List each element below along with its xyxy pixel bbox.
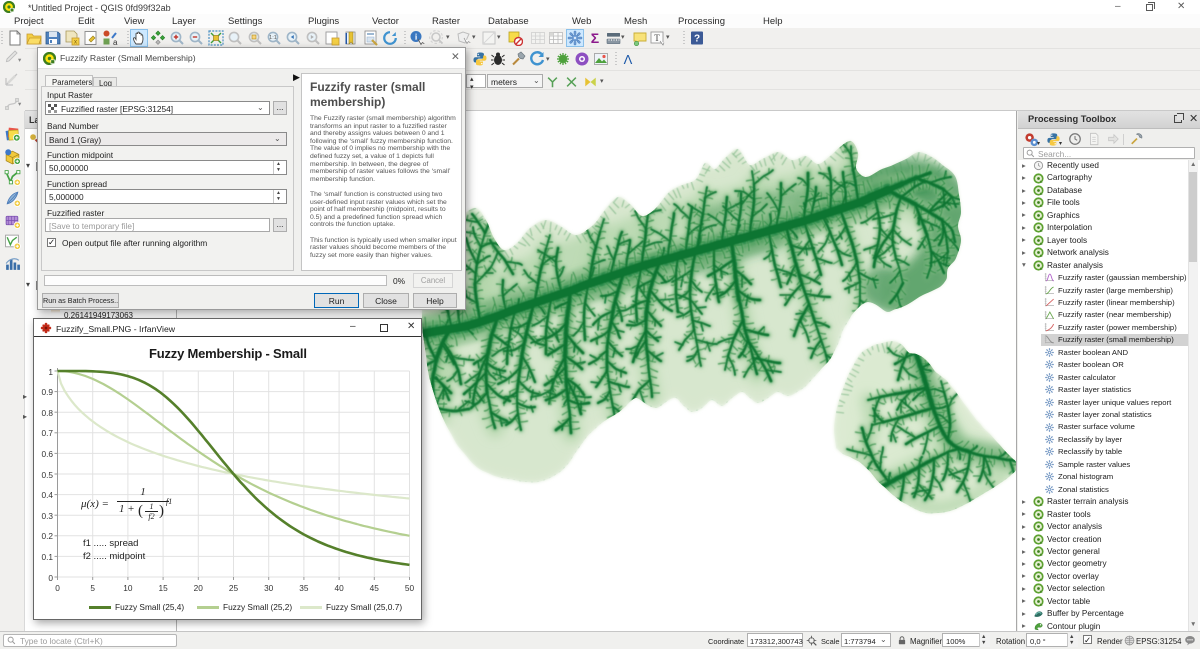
- svg-text:Σ: Σ: [591, 30, 599, 46]
- svg-text:x: x: [74, 40, 77, 46]
- svg-text:Λ: Λ: [624, 52, 633, 67]
- svg-text:T: T: [654, 33, 660, 43]
- svg-text:?: ?: [694, 34, 700, 45]
- svg-text:a: a: [113, 38, 118, 46]
- svg-text:1:1: 1:1: [269, 35, 277, 41]
